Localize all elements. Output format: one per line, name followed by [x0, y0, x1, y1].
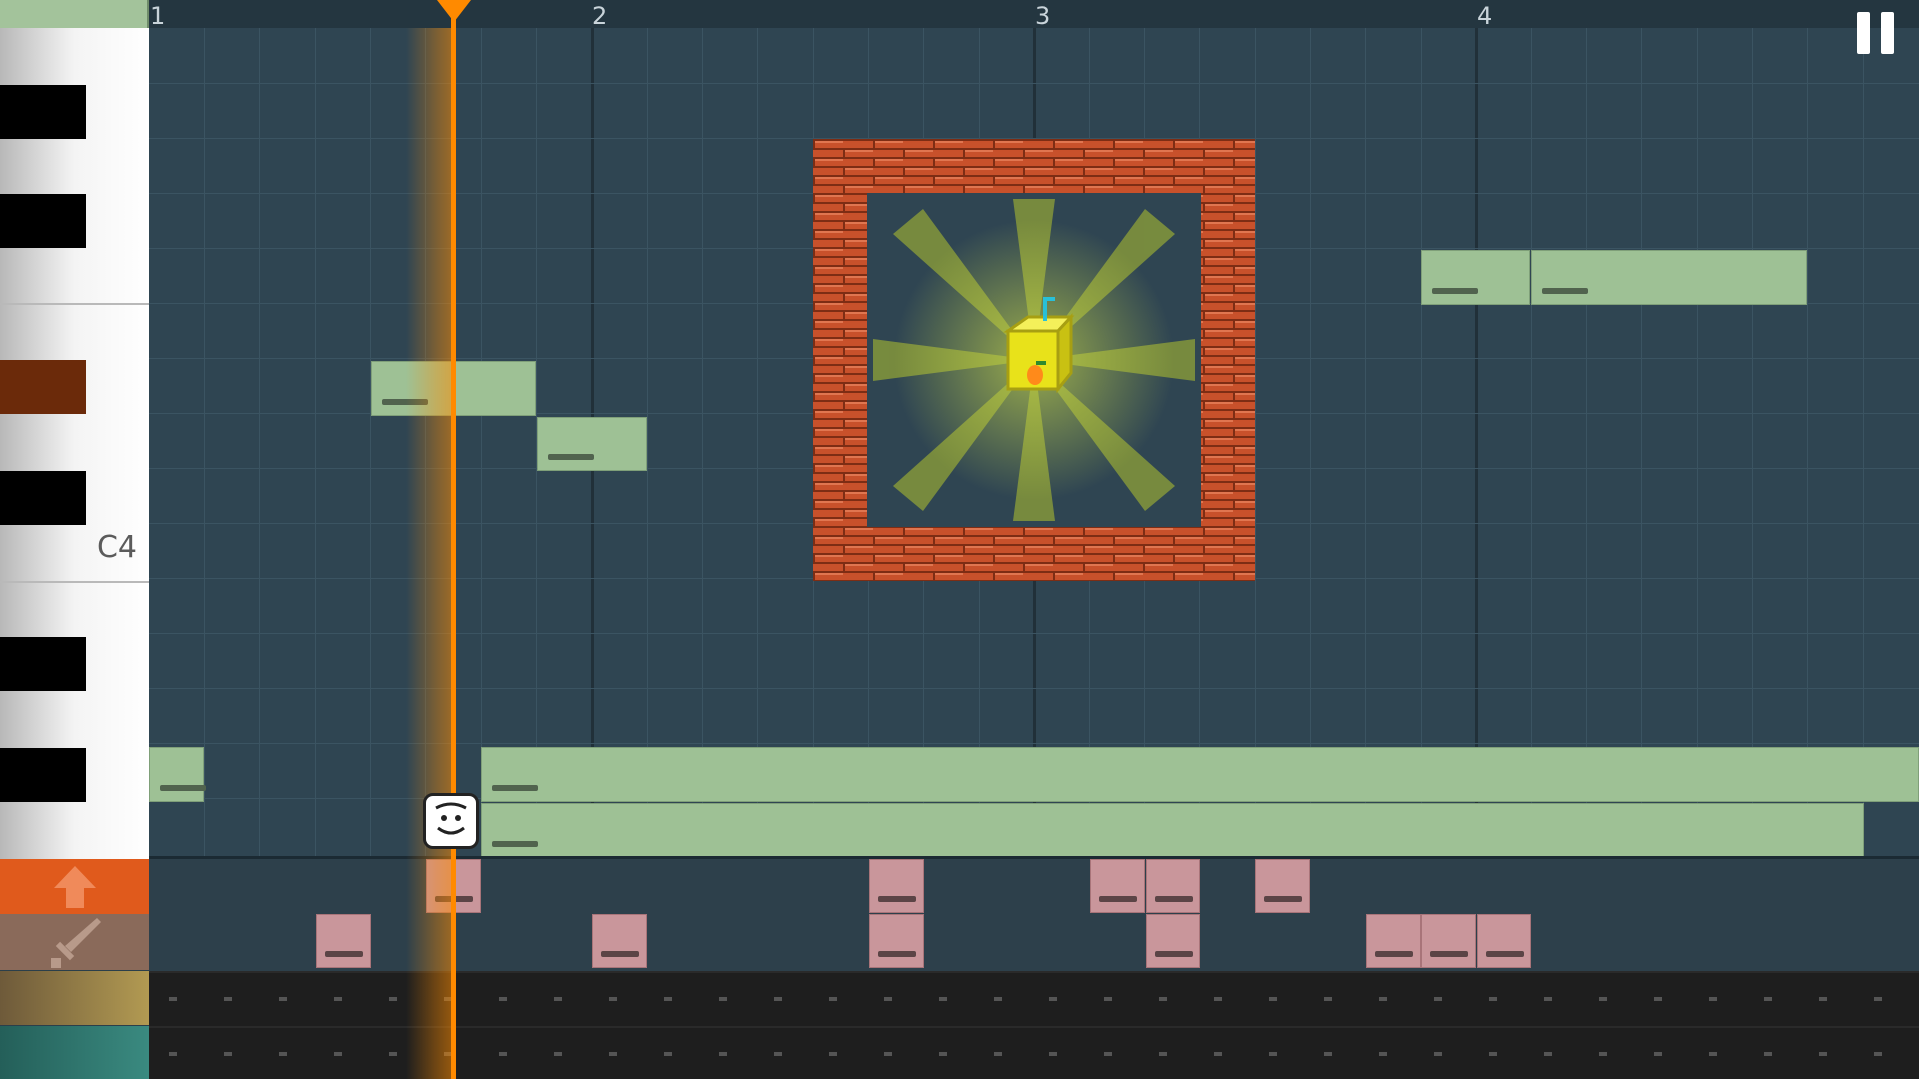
note-block[interactable] — [481, 747, 1919, 802]
black-key[interactable] — [0, 637, 86, 691]
attack-note[interactable] — [1366, 914, 1421, 968]
note-block[interactable] — [149, 747, 206, 802]
playhead[interactable] — [451, 0, 456, 1079]
track-color-teal[interactable] — [0, 1026, 149, 1079]
piano-keyboard[interactable]: C4 — [0, 28, 149, 860]
track-color-gold[interactable] — [0, 971, 149, 1025]
attack-note[interactable] — [316, 914, 371, 968]
octave-label: C4 — [96, 530, 137, 565]
bar-number-2: 2 — [592, 2, 608, 30]
playhead-glow — [406, 28, 454, 1079]
attack-note[interactable] — [1477, 914, 1531, 968]
black-key[interactable] — [0, 471, 86, 525]
bar-number-1: 1 — [150, 2, 166, 30]
jump-tool[interactable] — [0, 859, 149, 914]
brick-frame — [813, 139, 1255, 581]
player-character — [423, 793, 479, 849]
corner-tab[interactable] — [0, 0, 149, 28]
bar-number-3: 3 — [1035, 2, 1051, 30]
pause-button[interactable] — [1857, 12, 1897, 54]
jump-note[interactable] — [1090, 859, 1145, 913]
playhead-marker[interactable] — [437, 0, 471, 22]
jump-note[interactable] — [1255, 859, 1310, 913]
attack-tool[interactable] — [0, 914, 149, 970]
note-block[interactable] — [537, 417, 647, 471]
note-block[interactable] — [481, 803, 1864, 858]
bar-number-4: 4 — [1477, 2, 1493, 30]
attack-note[interactable] — [592, 914, 647, 968]
attack-note[interactable] — [1146, 914, 1200, 968]
black-key-highlighted[interactable] — [0, 360, 86, 414]
jump-note[interactable] — [1146, 859, 1200, 913]
black-key[interactable] — [0, 85, 86, 139]
attack-note[interactable] — [869, 914, 924, 968]
black-key[interactable] — [0, 194, 86, 248]
black-key[interactable] — [0, 748, 86, 802]
timeline-ruler[interactable]: 1 2 3 4 — [149, 0, 1919, 30]
note-block[interactable] — [1421, 250, 1530, 305]
note-block[interactable] — [1531, 250, 1807, 305]
game-stage: 1 2 3 4 C4 — [0, 0, 1919, 1079]
attack-note[interactable] — [1421, 914, 1476, 968]
jump-arrow-icon — [53, 865, 96, 908]
pause-icon — [1857, 12, 1870, 54]
sword-icon — [50, 918, 101, 968]
smiley-face-icon — [435, 802, 467, 835]
jump-note[interactable] — [869, 859, 924, 913]
